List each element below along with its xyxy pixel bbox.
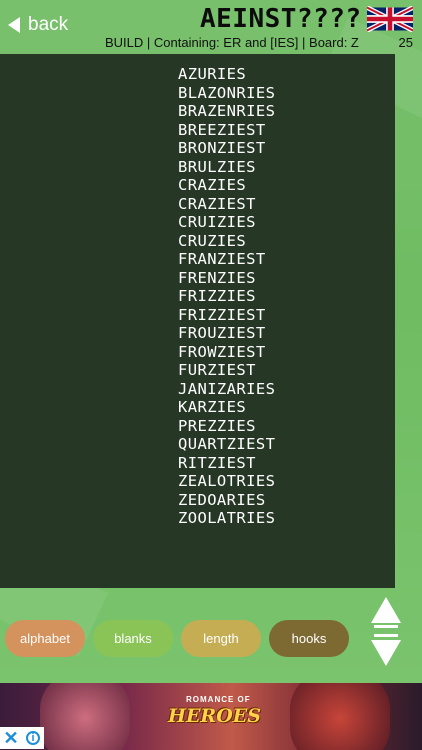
word-item[interactable]: CRAZIEST [178,195,275,214]
word-item[interactable]: FRIZZIEST [178,306,275,325]
ad-subtitle: ROMANCE OF [186,695,251,704]
word-item[interactable]: FROWZIEST [178,343,275,362]
word-item[interactable]: CRAZIES [178,176,275,195]
word-item[interactable]: KARZIES [178,398,275,417]
word-item[interactable]: CRUZIES [178,232,275,251]
sort-button-row: alphabet blanks length hooks [0,620,360,658]
word-item[interactable]: RITZIEST [178,454,275,473]
back-arrow-icon [8,17,20,33]
word-item[interactable]: ZOOLATRIES [178,509,275,528]
word-item[interactable]: PREZZIES [178,417,275,436]
ad-banner[interactable]: ROMANCE OF HEROES ✕ i [0,683,422,750]
ad-character-left [40,683,130,750]
word-item[interactable]: QUARTZIEST [178,435,275,454]
word-item[interactable]: FURZIEST [178,361,275,380]
scroll-down-button[interactable] [368,632,404,668]
ad-info-icon[interactable]: i [22,727,44,749]
ad-character-right [290,683,390,750]
ad-title: HEROES [168,705,261,727]
word-item[interactable]: BRULZIES [178,158,275,177]
result-count: 25 [398,35,413,50]
search-criteria: BUILD | Containing: ER and [IES] | Board… [105,35,359,50]
sort-blanks-button[interactable]: blanks [93,620,173,657]
word-item[interactable]: BRONZIEST [178,139,275,158]
word-item[interactable]: ZEDOARIES [178,491,275,510]
ad-close-icon[interactable]: ✕ [0,727,22,749]
uk-flag-icon[interactable] [367,6,413,32]
back-label: back [28,14,69,35]
word-item[interactable]: BLAZONRIES [178,84,275,103]
word-item[interactable]: FROUZIEST [178,324,275,343]
sort-length-button[interactable]: length [181,620,261,657]
word-item[interactable]: FRIZZIES [178,287,275,306]
word-list-panel[interactable]: AZURIES BLAZONRIES BRAZENRIES BREEZIEST … [0,54,395,588]
word-item[interactable]: JANIZARIES [178,380,275,399]
sort-hooks-button[interactable]: hooks [269,620,349,657]
word-item[interactable]: FRANZIEST [178,250,275,269]
word-item[interactable]: BRAZENRIES [178,102,275,121]
word-item[interactable]: AZURIES [178,65,275,84]
word-item[interactable]: FRENZIES [178,269,275,288]
sort-alphabet-button[interactable]: alphabet [5,620,85,657]
word-item[interactable]: BREEZIEST [178,121,275,140]
word-item[interactable]: ZEALOTRIES [178,472,275,491]
word-list: AZURIES BLAZONRIES BRAZENRIES BREEZIEST … [178,65,275,528]
back-button[interactable]: back [8,14,68,36]
scroll-up-button[interactable] [368,594,404,630]
word-item[interactable]: CRUIZIES [178,213,275,232]
rack-letters: AEINST???? [200,4,362,34]
